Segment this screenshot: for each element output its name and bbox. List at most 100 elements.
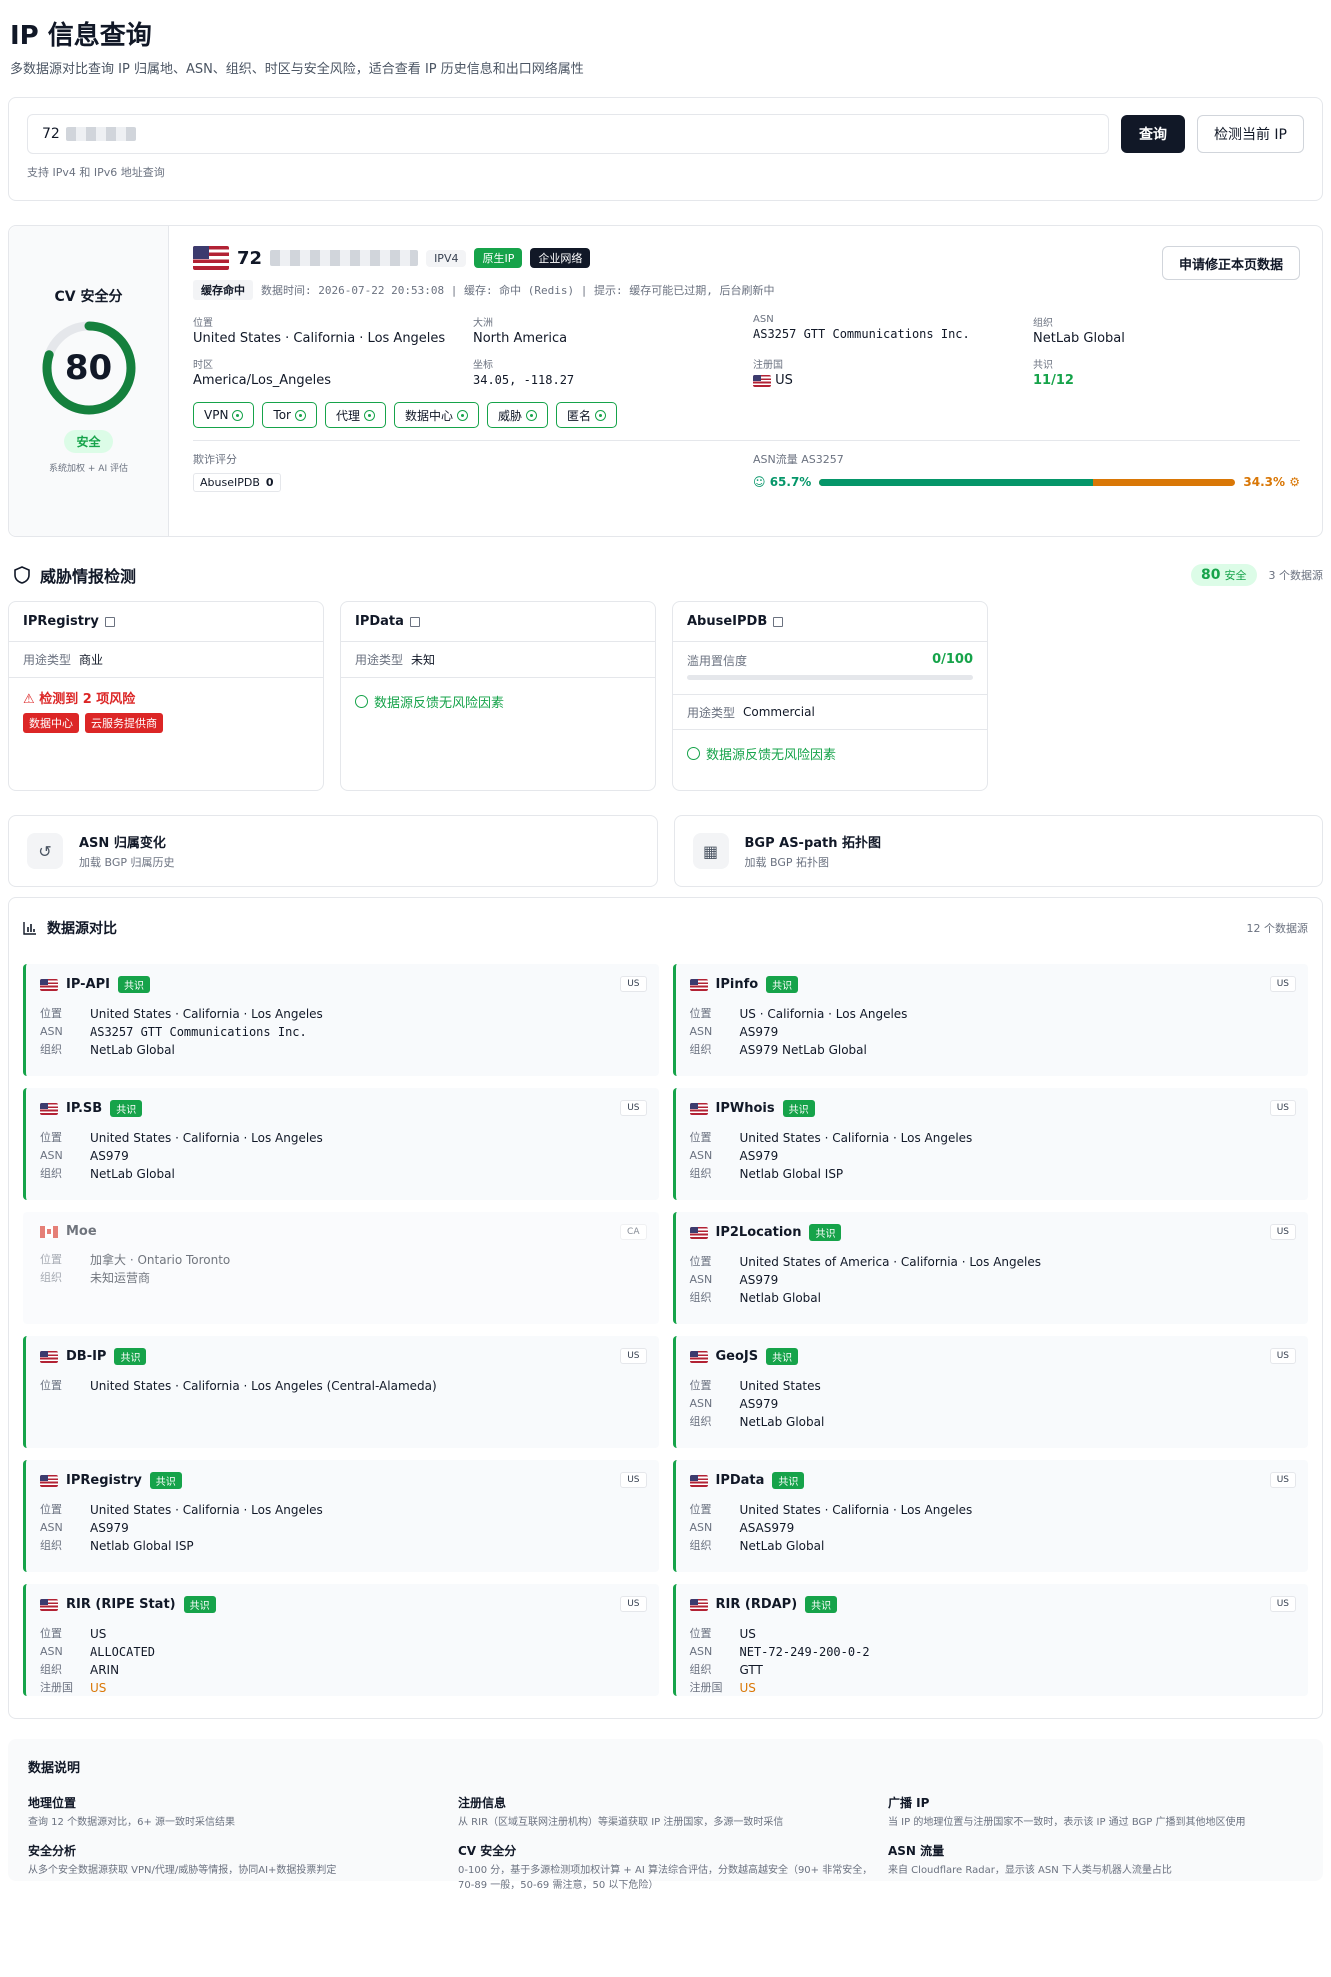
source-row-label: 组织 [689, 1415, 712, 1428]
comparison-source-count: 12 个数据源 [1246, 922, 1309, 935]
query-button[interactable]: 查询 [1120, 115, 1185, 153]
note-body: 从 RIR（区域互联网注册机构）等渠道获取 IP 注册国家，多源一致时采信 [458, 1817, 784, 1828]
source-row-value: United States · California · Los Angeles [739, 1131, 973, 1145]
source-row-value: NetLab Global [90, 1167, 175, 1181]
reg-country-label: 注册国 [753, 360, 783, 371]
us-flag-icon [193, 246, 229, 270]
bgp-topology-card[interactable]: ▦ BGP AS-path 拓扑图 加载 BGP 拓扑图 [673, 815, 1323, 887]
detect-current-ip-button[interactable]: 检测当前 IP [1196, 115, 1304, 153]
flag-chip-proxy[interactable]: 代理 [325, 402, 387, 428]
location-label: 位置 [193, 318, 213, 329]
source-row: 位置 US [40, 1625, 647, 1643]
enterprise-network-badge: 企业网络 [530, 248, 591, 268]
source-card: IP2Location 共识 US 位置 United States of Americ… [672, 1212, 1308, 1324]
source-row: 位置 US · California · Los Angeles [690, 1005, 1297, 1023]
page-subtitle: 多数据源对比查询 IP 归属地、ASN、组织、时区与安全风险，适合查看 IP 历… [10, 62, 584, 77]
score-status-badge: 安全 [64, 430, 113, 453]
asn-history-title: ASN 归属变化 [79, 836, 166, 851]
request-correction-button[interactable]: 申请修正本页数据 [1161, 246, 1300, 280]
human-traffic-fill [819, 478, 1093, 486]
confidence-label: 滥用置信度 [687, 654, 748, 668]
country-code-badge: US [620, 1596, 647, 1612]
source-row-label: 位置 [689, 1379, 712, 1392]
human-traffic-value: ☺ 65.7% [753, 475, 812, 489]
asn-traffic-section: ASN流量 AS3257 ☺ 65.7% 34.3% ⚙ [753, 451, 1300, 492]
external-link-icon[interactable] [104, 616, 115, 627]
us-flag-icon [689, 1102, 708, 1115]
source-row-value: AS979 NetLab Global [739, 1043, 867, 1057]
external-link-icon[interactable] [409, 616, 420, 627]
asn-history-card[interactable]: ↺ ASN 归属变化 加载 BGP 归属历史 [8, 815, 658, 887]
source-row-value: ARIN [90, 1663, 120, 1677]
risk-tag: 云服务提供商 [85, 713, 163, 733]
flag-chip-vpn[interactable]: VPN [193, 402, 255, 428]
source-row: ASN AS979 [690, 1147, 1297, 1165]
source-row-label: 位置 [689, 1131, 712, 1144]
history-icon: ↺ [27, 833, 63, 869]
threat-card-ipdata: IPData 用途类型 未知 数据源反馈无风险因素 [340, 601, 656, 791]
note-heading: 注册信息 [458, 1796, 507, 1810]
usage-label: 用途类型 [687, 705, 736, 720]
chip-label: Tor [273, 408, 291, 422]
source-row-value: 加拿大 · Ontario Toronto [90, 1253, 231, 1267]
source-row-value: US [739, 1681, 756, 1695]
source-row: 组织 NetLab Global [40, 1165, 647, 1183]
country-code-badge: US [1269, 1348, 1296, 1364]
ip-search-input[interactable]: 72 [27, 114, 1109, 154]
note-item: 地理位置 查询 12 个数据源对比，6+ 源一致时采信结果 [28, 1794, 458, 1830]
source-row: ASN ALLOCATED [40, 1643, 647, 1661]
threat-section-title: 威胁情报检测 [40, 567, 137, 586]
note-heading: 广播 IP [888, 1796, 930, 1810]
threat-score-badge: 80 安全 [1191, 564, 1257, 586]
flag-chip-anonymous[interactable]: 匿名 [556, 402, 618, 428]
usage-value: Commercial [743, 705, 815, 719]
source-row-value: AS3257 GTT Communications Inc. [90, 1025, 307, 1039]
country-code-badge: US [1269, 1472, 1296, 1488]
threat-source-count: 3 个数据源 [1268, 569, 1324, 582]
source-card: IPinfo 共识 US 位置 US · California · Los Angele… [672, 964, 1308, 1076]
source-row: ASN ASAS979 [690, 1519, 1297, 1537]
country-code-badge: US [1269, 976, 1296, 992]
ip-address: 72 [237, 247, 263, 269]
consensus-badge: 共识 [117, 976, 150, 993]
score-value: 80 [64, 348, 113, 388]
consensus-value: 11/12 [1033, 373, 1074, 388]
human-pct: 65.7% [769, 475, 812, 489]
country-code-badge: US [620, 1100, 647, 1116]
note-heading: CV 安全分 [458, 1844, 517, 1858]
us-flag-icon [689, 1350, 708, 1363]
source-row-value: United States · California · Los Angeles [90, 1007, 323, 1021]
abuse-score-value: 0 [265, 476, 274, 489]
source-row-label: 注册国 [689, 1681, 723, 1694]
score-title: CV 安全分 [54, 289, 123, 305]
source-row-value: AS979 [739, 1273, 779, 1287]
source-row: 组织 AS979 NetLab Global [690, 1041, 1297, 1059]
source-row: 组织 Netlab Global ISP [40, 1537, 647, 1555]
source-row-value: 未知运营商 [90, 1271, 151, 1285]
source-row-label: 组织 [689, 1539, 712, 1552]
coords-label: 坐标 [473, 360, 493, 371]
source-row-label: 位置 [40, 1627, 62, 1640]
source-row-value: US [739, 1627, 756, 1641]
flag-chip-datacenter[interactable]: 数据中心 [394, 402, 480, 428]
threat-card-abuseipdb: AbuseIPDB 滥用置信度 0/100 用途类型 Commercial 数据源反… [672, 601, 988, 791]
external-link-icon[interactable] [773, 616, 784, 627]
ip-version-badge: IPV4 [426, 249, 467, 267]
source-row-label: 位置 [40, 1379, 62, 1392]
flag-chip-tor[interactable]: Tor [262, 402, 317, 428]
redacted-ip-blur [270, 250, 419, 266]
timezone-label: 时区 [193, 360, 213, 371]
country-code-badge: US [1269, 1224, 1296, 1240]
flag-chip-threat[interactable]: 威胁 [487, 402, 549, 428]
ip-input-value: 72 [42, 126, 60, 142]
check-circle-icon [364, 409, 376, 421]
source-row-label: 位置 [689, 1503, 712, 1516]
us-flag-icon [753, 374, 771, 387]
source-row-value: Netlab Global ISP [739, 1167, 844, 1181]
source-row-label: ASN [40, 1149, 63, 1162]
source-row: 位置 United States · California · Los Angel… [690, 1501, 1297, 1519]
no-risk-text: 数据源反馈无风险因素 [374, 696, 505, 711]
check-circle-icon [595, 409, 607, 421]
us-flag-icon [40, 1350, 58, 1363]
source-row-value: United States of America · California · … [739, 1255, 1042, 1269]
